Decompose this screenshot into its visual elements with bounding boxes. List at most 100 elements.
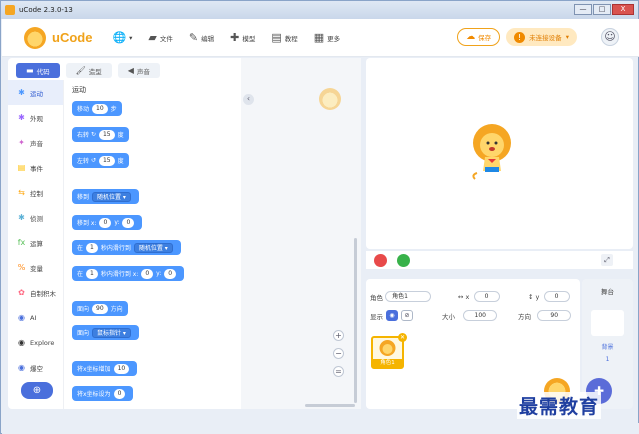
block-dropdown[interactable]: 鼠标指针 ▾ (92, 327, 131, 338)
stage[interactable] (366, 58, 633, 249)
tab-sound[interactable]: ◀ 声音 (117, 63, 160, 78)
block-input[interactable]: 0 (141, 268, 154, 279)
block-glide-xy[interactable]: 在 1 秒内滑行到 x: 0 y: 0 (72, 266, 185, 281)
show-row: 显示 ◉ ⊘ (370, 310, 413, 321)
backdrop-label: 背景 (601, 344, 614, 351)
category-looks[interactable]: ✱ 外观 (8, 105, 63, 130)
block-dropdown[interactable]: 随机位置 ▾ (133, 242, 173, 253)
zoom-reset-button[interactable]: = (333, 366, 344, 377)
direction-input[interactable]: 90 (537, 310, 572, 321)
block-input[interactable]: 15 (98, 155, 115, 166)
block-turn-right[interactable]: 右转 ↻ 15 度 (72, 127, 129, 142)
user-avatar[interactable]: ☺ (601, 28, 619, 46)
menu-label: 教程 (284, 34, 298, 43)
sprite-name-row: 角色 角色1 (370, 291, 432, 302)
menu-language[interactable]: 🌐 ▾ (112, 31, 132, 44)
block-input[interactable]: 1 (86, 268, 98, 279)
zoom-in-button[interactable]: + (333, 330, 344, 341)
category-operators[interactable]: fx 运算 (8, 230, 63, 255)
fullscreen-button[interactable]: ⤢ (601, 254, 613, 266)
brush-icon: 🖌 (75, 66, 86, 75)
block-input[interactable]: 10 (92, 103, 108, 114)
workspace-vertical-scrollbar[interactable] (354, 238, 357, 403)
grid-icon: ▦ (313, 31, 325, 44)
logo-icon (24, 26, 46, 49)
add-extension-button[interactable]: ⊕ (21, 382, 53, 399)
ai-icon: ◉ (18, 313, 25, 322)
hide-button[interactable]: ⊘ (401, 310, 413, 321)
block-text: y: (156, 270, 162, 277)
category-extension[interactable]: ◉ 爆空 (8, 355, 63, 380)
block-point-towards[interactable]: 面向 鼠标指针 ▾ (72, 325, 139, 340)
menu-model[interactable]: ✚ 模型 (230, 31, 255, 44)
block-input[interactable]: 1 (86, 242, 98, 253)
tab-code[interactable]: ▬ 代码 (16, 63, 60, 78)
block-text: 在 (77, 271, 84, 278)
lion-thumb-icon (379, 340, 396, 356)
block-input[interactable]: 0 (113, 388, 126, 399)
menu-edit[interactable]: ✎ 编辑 (189, 31, 214, 44)
category-sound[interactable]: ✦ 声音 (8, 130, 63, 155)
stop-button[interactable] (374, 254, 387, 267)
size-input[interactable]: 100 (463, 310, 498, 321)
block-turn-left[interactable]: 左转 ↺ 15 度 (72, 153, 129, 168)
zoom-out-button[interactable]: − (333, 348, 344, 359)
category-events[interactable]: ▤ 事件 (8, 155, 63, 180)
script-workspace[interactable]: ‹ + − = (241, 58, 361, 409)
block-text: 秒内滑行到 x: (100, 271, 139, 278)
collapse-palette-button[interactable]: ‹ (243, 94, 254, 105)
block-input[interactable]: 0 (164, 268, 177, 279)
tab-costume[interactable]: 🖌 造型 (65, 63, 112, 78)
category-my-blocks[interactable]: ✿ 自制积木 (8, 280, 63, 305)
backdrop-thumbnail[interactable] (591, 310, 624, 336)
block-goto-xy[interactable]: 移到 x: 0 y: 0 (72, 215, 143, 230)
block-input[interactable]: 0 (99, 217, 112, 228)
block-input[interactable]: 15 (98, 129, 115, 140)
workspace-horizontal-scrollbar[interactable] (305, 404, 355, 407)
menu-file[interactable]: ▰ 文件 (148, 31, 172, 44)
category-variables[interactable]: % 变量 (8, 255, 63, 280)
stage-title: 舞台 (601, 288, 614, 296)
sprite-thumbnail[interactable]: ✕ 角色1 (371, 333, 407, 369)
block-change-x[interactable]: 将x坐标增加 10 (72, 361, 138, 376)
block-text: 将x坐标增加 (77, 366, 111, 373)
save-button[interactable]: ☁ 保存 (457, 28, 501, 46)
block-set-x[interactable]: 将x坐标设为 0 (72, 386, 134, 401)
category-label: 声音 (30, 139, 43, 148)
menu-more[interactable]: ▦ 更多 (314, 31, 340, 44)
minimize-button[interactable]: — (574, 4, 592, 15)
lion-sprite[interactable] (471, 123, 513, 183)
delete-sprite-icon[interactable]: ✕ (398, 333, 407, 342)
category-sensing[interactable]: ✱ 侦测 (8, 205, 63, 230)
block-glide[interactable]: 在 1 秒内滑行到 随机位置 ▾ (72, 240, 181, 255)
close-button[interactable]: X (612, 4, 634, 15)
category-explore[interactable]: ◉ Explore (8, 330, 63, 355)
block-dropdown[interactable]: 随机位置 ▾ (92, 191, 131, 202)
maximize-button[interactable]: □ (593, 4, 611, 15)
device-connect-button[interactable]: ! 未连接设备 ▾ (506, 28, 577, 46)
sprite-name-input[interactable]: 角色1 (385, 291, 432, 302)
block-point-direction[interactable]: 面向 90 方向 (72, 301, 128, 316)
category-ai[interactable]: ◉ AI (8, 305, 63, 330)
category-control[interactable]: ⇆ 控制 (8, 180, 63, 205)
x-input[interactable]: 0 (473, 291, 500, 302)
show-visible-button[interactable]: ◉ (386, 310, 398, 321)
block-input[interactable]: 0 (122, 217, 135, 228)
block-text: 移到 x: (77, 220, 97, 227)
puzzle-icon: ✚ (230, 31, 240, 44)
block-goto[interactable]: 移到 随机位置 ▾ (72, 189, 139, 204)
block-move-steps[interactable]: 移动 10 步 (72, 101, 122, 116)
category-motion[interactable]: ✱ 运动 (8, 80, 63, 105)
code-icon: ▬ (26, 66, 34, 75)
category-label: 事件 (30, 164, 43, 173)
y-input[interactable]: 0 (543, 291, 570, 302)
save-label: 保存 (478, 34, 492, 42)
block-input[interactable]: 90 (92, 303, 108, 314)
brand-name: uCode (52, 30, 93, 45)
green-flag-button[interactable] (397, 254, 410, 267)
stage-controls: ⤢ (366, 251, 633, 269)
menu-tutorial[interactable]: ▤ 教程 (271, 31, 297, 44)
block-input[interactable]: 10 (113, 363, 130, 374)
device-label: 未连接设备 (529, 34, 562, 42)
block-text: 移动 (77, 106, 90, 113)
